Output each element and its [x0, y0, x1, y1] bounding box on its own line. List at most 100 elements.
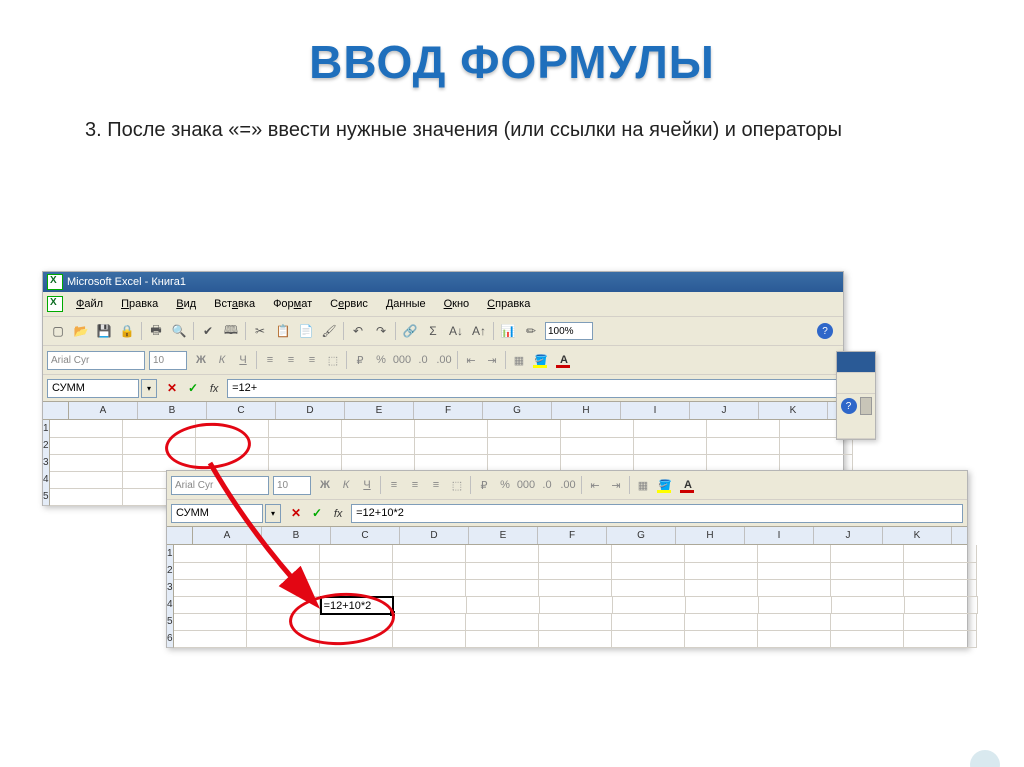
col-header[interactable]: G	[607, 527, 676, 544]
font-color-icon[interactable]: A	[553, 350, 575, 370]
align-center-icon[interactable]: ≡	[405, 475, 425, 495]
comma-icon[interactable]: 000	[392, 350, 412, 370]
col-header[interactable]: E	[345, 402, 414, 419]
undo-icon[interactable]: ↶	[347, 320, 369, 342]
col-header[interactable]: K	[759, 402, 828, 419]
menu-insert[interactable]: Вставка	[205, 295, 264, 313]
font-name-combo[interactable]: Arial Cyr	[47, 351, 145, 370]
col-header[interactable]: A	[69, 402, 138, 419]
menu-view[interactable]: Вид	[167, 295, 205, 313]
select-all-corner[interactable]	[43, 402, 69, 420]
col-header[interactable]: K	[883, 527, 952, 544]
new-icon[interactable]: ▢	[47, 320, 69, 342]
fx-icon[interactable]: fx	[330, 506, 346, 522]
align-center-icon[interactable]: ≡	[281, 350, 301, 370]
bold-button[interactable]: Ж	[315, 475, 335, 495]
col-header[interactable]: E	[469, 527, 538, 544]
sort-asc-icon[interactable]: A↓	[445, 320, 467, 342]
col-header[interactable]: I	[745, 527, 814, 544]
paste-icon[interactable]: 📄	[295, 320, 317, 342]
align-left-icon[interactable]: ≡	[384, 475, 404, 495]
hyperlink-icon[interactable]: 🔗	[399, 320, 421, 342]
col-header[interactable]: B	[262, 527, 331, 544]
col-header[interactable]: H	[676, 527, 745, 544]
fill-color-icon[interactable]: 🪣	[654, 475, 676, 495]
inc-indent-icon[interactable]: ⇥	[482, 350, 502, 370]
select-all-corner[interactable]	[167, 527, 193, 545]
col-header[interactable]: H	[552, 402, 621, 419]
name-box[interactable]: СУММ	[47, 379, 139, 398]
font-size-combo[interactable]: 10	[273, 476, 311, 495]
borders-icon[interactable]: ▦	[509, 350, 529, 370]
col-header[interactable]: J	[814, 527, 883, 544]
dec-decimal-icon[interactable]: .00	[434, 350, 454, 370]
save-icon[interactable]: 💾	[93, 320, 115, 342]
font-color-icon[interactable]: A	[677, 475, 699, 495]
col-header[interactable]: D	[276, 402, 345, 419]
fill-color-icon[interactable]: 🪣	[530, 350, 552, 370]
inc-decimal-icon[interactable]: .0	[413, 350, 433, 370]
menu-window[interactable]: Окно	[435, 295, 479, 313]
dec-decimal-icon[interactable]: .00	[558, 475, 578, 495]
bold-button[interactable]: Ж	[191, 350, 211, 370]
merge-icon[interactable]: ⬚	[447, 475, 467, 495]
col-header[interactable]: G	[483, 402, 552, 419]
merge-icon[interactable]: ⬚	[323, 350, 343, 370]
font-name-combo[interactable]: Arial Cyr	[171, 476, 269, 495]
zoom-combo[interactable]: 100%	[545, 322, 593, 340]
borders-icon[interactable]: ▦	[633, 475, 653, 495]
font-size-combo[interactable]: 10	[149, 351, 187, 370]
currency-icon[interactable]: ₽	[350, 350, 370, 370]
cut-icon[interactable]: ✂	[249, 320, 271, 342]
align-right-icon[interactable]: ≡	[426, 475, 446, 495]
inc-indent-icon[interactable]: ⇥	[606, 475, 626, 495]
italic-button[interactable]: К	[212, 350, 232, 370]
underline-button[interactable]: Ч	[233, 350, 253, 370]
chart-icon[interactable]: 📊	[497, 320, 519, 342]
research-icon[interactable]: 🕮	[220, 320, 242, 342]
percent-icon[interactable]: %	[495, 475, 515, 495]
permission-icon[interactable]: 🔒	[116, 320, 138, 342]
col-header[interactable]: F	[538, 527, 607, 544]
name-box-dropdown-icon[interactable]: ▾	[265, 504, 281, 523]
col-header[interactable]: C	[331, 527, 400, 544]
percent-icon[interactable]: %	[371, 350, 391, 370]
open-icon[interactable]: 📂	[70, 320, 92, 342]
help-icon[interactable]: ?	[817, 323, 833, 339]
menu-format[interactable]: Формат	[264, 295, 321, 313]
copy-icon[interactable]: 📋	[272, 320, 294, 342]
sort-desc-icon[interactable]: A↑	[468, 320, 490, 342]
col-header[interactable]: I	[621, 402, 690, 419]
spell-icon[interactable]: ✔	[197, 320, 219, 342]
align-right-icon[interactable]: ≡	[302, 350, 322, 370]
underline-button[interactable]: Ч	[357, 475, 377, 495]
dec-indent-icon[interactable]: ⇤	[461, 350, 481, 370]
formula-input[interactable]: =12+	[227, 379, 839, 398]
align-left-icon[interactable]: ≡	[260, 350, 280, 370]
menu-tools[interactable]: Сервис	[321, 295, 377, 313]
menu-help[interactable]: Справка	[478, 295, 539, 313]
col-header[interactable]: D	[400, 527, 469, 544]
print-icon[interactable]: 🖶	[145, 320, 167, 342]
name-box[interactable]: СУММ	[171, 504, 263, 523]
drawing-icon[interactable]: ✏	[520, 320, 542, 342]
dec-indent-icon[interactable]: ⇤	[585, 475, 605, 495]
format-painter-icon[interactable]: 🖌	[318, 320, 340, 342]
formula-input[interactable]: =12+10*2	[351, 504, 963, 523]
spreadsheet-grid[interactable]: A B C D E F G H I J K 1 2 3 4=12+10*2 5 …	[167, 527, 967, 647]
cancel-icon[interactable]: ✕	[164, 380, 180, 396]
col-header[interactable]: A	[193, 527, 262, 544]
fx-icon[interactable]: fx	[206, 381, 222, 397]
col-header[interactable]: C	[207, 402, 276, 419]
italic-button[interactable]: К	[336, 475, 356, 495]
accept-icon[interactable]: ✓	[309, 505, 325, 521]
menu-edit[interactable]: Правка	[112, 295, 167, 313]
col-header[interactable]: J	[690, 402, 759, 419]
comma-icon[interactable]: 000	[516, 475, 536, 495]
menu-data[interactable]: Данные	[377, 295, 435, 313]
col-header[interactable]: F	[414, 402, 483, 419]
cancel-icon[interactable]: ✕	[288, 505, 304, 521]
accept-icon[interactable]: ✓	[185, 380, 201, 396]
inc-decimal-icon[interactable]: .0	[537, 475, 557, 495]
autosum-icon[interactable]: Σ	[422, 320, 444, 342]
